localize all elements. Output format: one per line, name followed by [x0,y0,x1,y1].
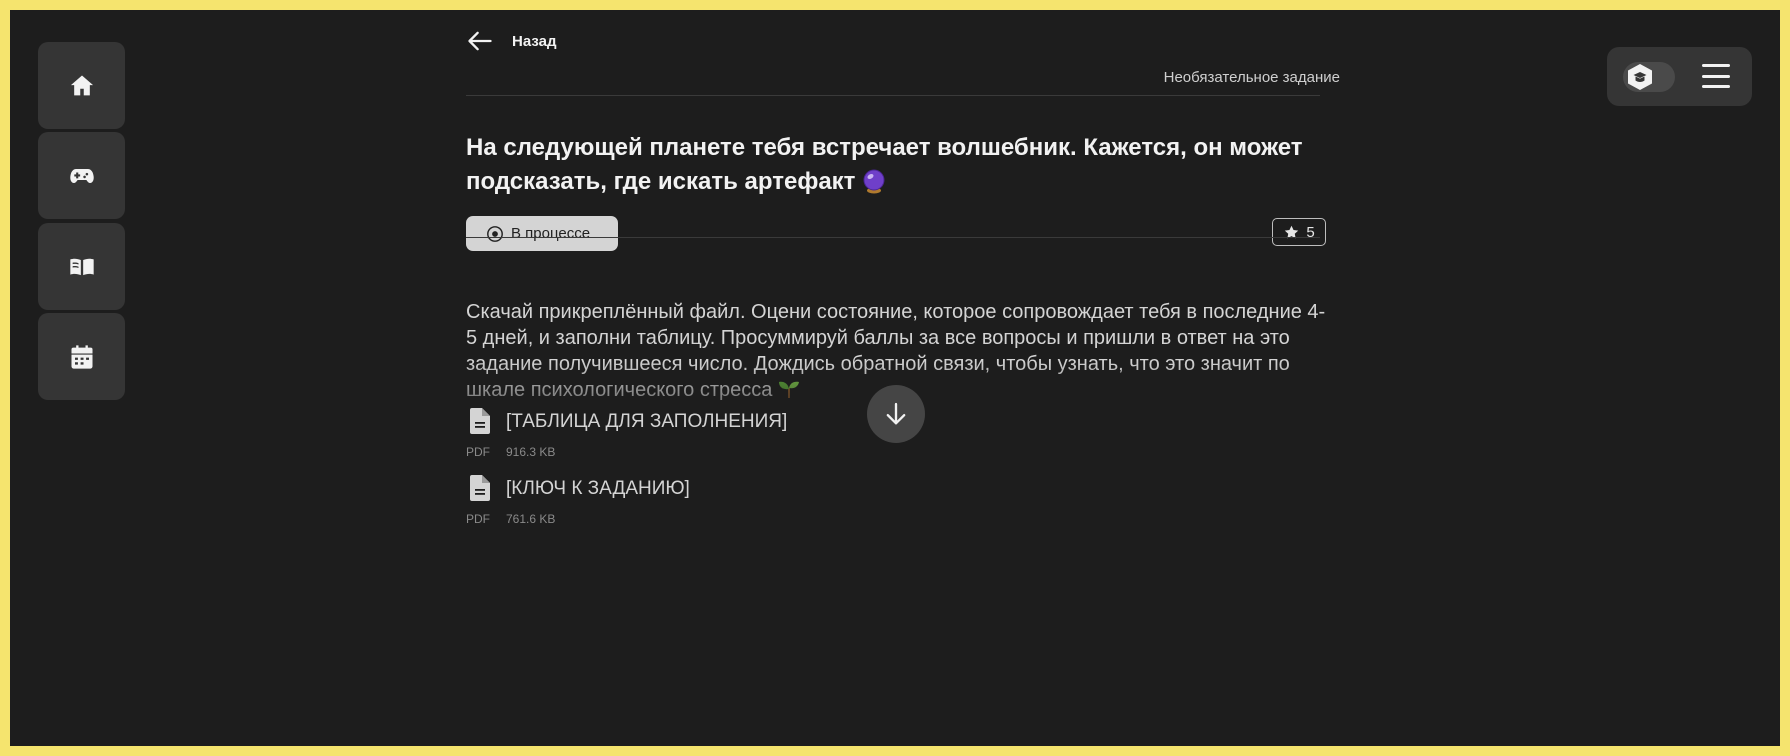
attachment-type: PDF [466,512,490,526]
points-badge: 5 [1272,218,1326,246]
app-window: Назад Необязательное задание На следующе… [10,10,1780,746]
back-label: Назад [512,32,557,50]
task-kind-label: Необязательное задание [1163,69,1340,86]
attachment-type: PDF [466,445,490,459]
status-badge[interactable]: В процессе [466,216,618,251]
sidebar-item-home[interactable] [38,42,125,129]
attachment-name: [ТАБЛИЦА ДЛЯ ЗАПОЛНЕНИЯ] [506,411,788,432]
logo-icon [1625,63,1655,91]
attachment-item[interactable]: [КЛЮЧ К ЗАДАНИЮ] PDF 761.6 KB [466,475,866,526]
sidebar-item-games[interactable] [38,132,125,219]
arrow-down-icon [886,402,906,425]
file-icon [470,475,490,501]
file-icon [470,408,490,434]
menu-icon[interactable] [1702,64,1730,88]
platform-switch[interactable] [1623,62,1675,92]
attachment-name: [КЛЮЧ К ЗАДАНИЮ] [506,478,690,499]
arrow-left-icon [468,31,492,51]
status-label: В процессе [511,225,591,242]
sidebar-item-calendar[interactable] [38,313,125,400]
attachment-item[interactable]: [ТАБЛИЦА ДЛЯ ЗАПОЛНЕНИЯ] PDF 916.3 KB [466,408,866,459]
calendar-icon [71,344,92,369]
task-title: На следующей планете тебя встречает волш… [466,131,1326,199]
home-icon [70,75,93,95]
attachment-size: 916.3 KB [506,445,556,459]
scroll-down-button[interactable] [867,385,925,443]
gamepad-icon [69,168,94,183]
book-icon [69,258,94,275]
sidebar-item-library[interactable] [38,223,125,310]
in-progress-icon [487,225,503,242]
attachment-size: 761.6 KB [506,512,556,526]
divider [466,237,1320,238]
back-button[interactable]: Назад [466,26,556,56]
divider [466,95,1320,96]
crystal-ball-icon [863,169,885,194]
header-controls [1607,47,1752,106]
